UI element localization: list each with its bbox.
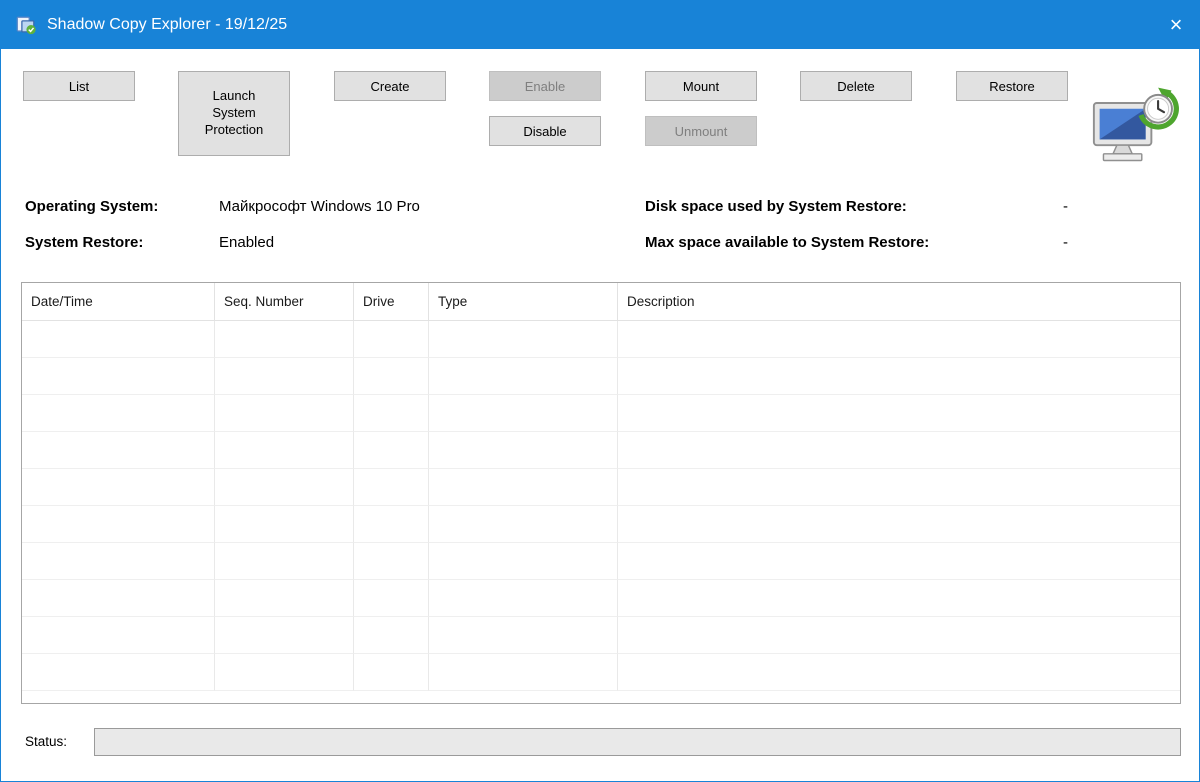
table-cell (429, 432, 618, 469)
table-cell (429, 543, 618, 580)
delete-button[interactable]: Delete (800, 71, 912, 101)
table-cell (618, 543, 1180, 580)
table-cell (429, 654, 618, 691)
table-cell (215, 654, 354, 691)
status-field (94, 728, 1181, 756)
table-cell (22, 432, 215, 469)
restore-button[interactable]: Restore (956, 71, 1068, 101)
table-row (22, 580, 1180, 617)
disable-button[interactable]: Disable (489, 116, 601, 146)
table-cell (429, 617, 618, 654)
table-cell (618, 617, 1180, 654)
table-cell (429, 506, 618, 543)
table-cell (22, 506, 215, 543)
table-cell (618, 580, 1180, 617)
table-cell (354, 506, 429, 543)
enable-button: Enable (489, 71, 601, 101)
table-cell (354, 580, 429, 617)
table-cell (22, 617, 215, 654)
max-space-available-value: - (1063, 234, 1068, 251)
table-cell (429, 358, 618, 395)
table-cell (215, 469, 354, 506)
create-button[interactable]: Create (334, 71, 446, 101)
table-cell (354, 469, 429, 506)
table-cell (354, 654, 429, 691)
title-bar[interactable]: Shadow Copy Explorer - 19/12/25 × (1, 1, 1199, 49)
table-cell (22, 395, 215, 432)
column-header-seq-number[interactable]: Seq. Number (215, 283, 354, 320)
shadow-copies-table: Date/Time Seq. Number Drive Type Description (21, 282, 1181, 704)
column-header-drive[interactable]: Drive (354, 283, 429, 320)
table-row (22, 543, 1180, 580)
table-header: Date/Time Seq. Number Drive Type Description (22, 283, 1180, 321)
table-cell (215, 432, 354, 469)
table-cell (429, 580, 618, 617)
table-cell (354, 321, 429, 358)
table-cell (215, 543, 354, 580)
list-button[interactable]: List (23, 71, 135, 101)
table-body[interactable] (22, 321, 1180, 703)
table-cell (22, 358, 215, 395)
operating-system-value: Майкрософт Windows 10 Pro (219, 198, 420, 215)
disk-space-used-label: Disk space used by System Restore: (645, 198, 907, 215)
table-cell (215, 321, 354, 358)
table-cell (354, 432, 429, 469)
table-cell (618, 358, 1180, 395)
table-cell (354, 358, 429, 395)
system-restore-value: Enabled (219, 234, 275, 251)
table-row (22, 654, 1180, 691)
table-cell (22, 580, 215, 617)
table-cell (618, 469, 1180, 506)
unmount-button: Unmount (645, 116, 757, 146)
table-cell (215, 506, 354, 543)
launch-system-protection-button[interactable]: Launch System Protection (178, 71, 290, 156)
table-cell (22, 654, 215, 691)
table-cell (215, 580, 354, 617)
table-cell (618, 321, 1180, 358)
table-cell (618, 395, 1180, 432)
table-cell (22, 543, 215, 580)
table-cell (354, 543, 429, 580)
table-cell (215, 358, 354, 395)
disk-space-used-value: - (1063, 198, 1068, 215)
table-cell (22, 469, 215, 506)
table-cell (618, 654, 1180, 691)
app-window: Shadow Copy Explorer - 19/12/25 × List L… (0, 0, 1200, 782)
table-row (22, 358, 1180, 395)
table-cell (22, 321, 215, 358)
close-button[interactable]: × (1153, 1, 1199, 49)
table-cell (618, 506, 1180, 543)
column-header-description[interactable]: Description (618, 283, 1180, 320)
table-cell (429, 321, 618, 358)
system-restore-label: System Restore: (25, 234, 144, 251)
table-row (22, 617, 1180, 654)
table-cell (354, 617, 429, 654)
table-cell (215, 395, 354, 432)
table-cell (429, 395, 618, 432)
table-cell (618, 432, 1180, 469)
column-header-type[interactable]: Type (429, 283, 618, 320)
table-row (22, 321, 1180, 358)
table-cell (354, 395, 429, 432)
operating-system-label: Operating System: (25, 198, 159, 215)
shadow-copy-app-icon (15, 14, 37, 36)
table-cell (429, 469, 618, 506)
table-row (22, 395, 1180, 432)
table-row (22, 432, 1180, 469)
column-header-date-time[interactable]: Date/Time (22, 283, 215, 320)
table-row (22, 506, 1180, 543)
mount-button[interactable]: Mount (645, 71, 757, 101)
max-space-available-label: Max space available to System Restore: (645, 234, 930, 251)
status-label: Status: (25, 734, 68, 749)
table-row (22, 469, 1180, 506)
window-title: Shadow Copy Explorer - 19/12/25 (47, 16, 288, 33)
table-cell (215, 617, 354, 654)
system-restore-icon (1091, 79, 1183, 173)
